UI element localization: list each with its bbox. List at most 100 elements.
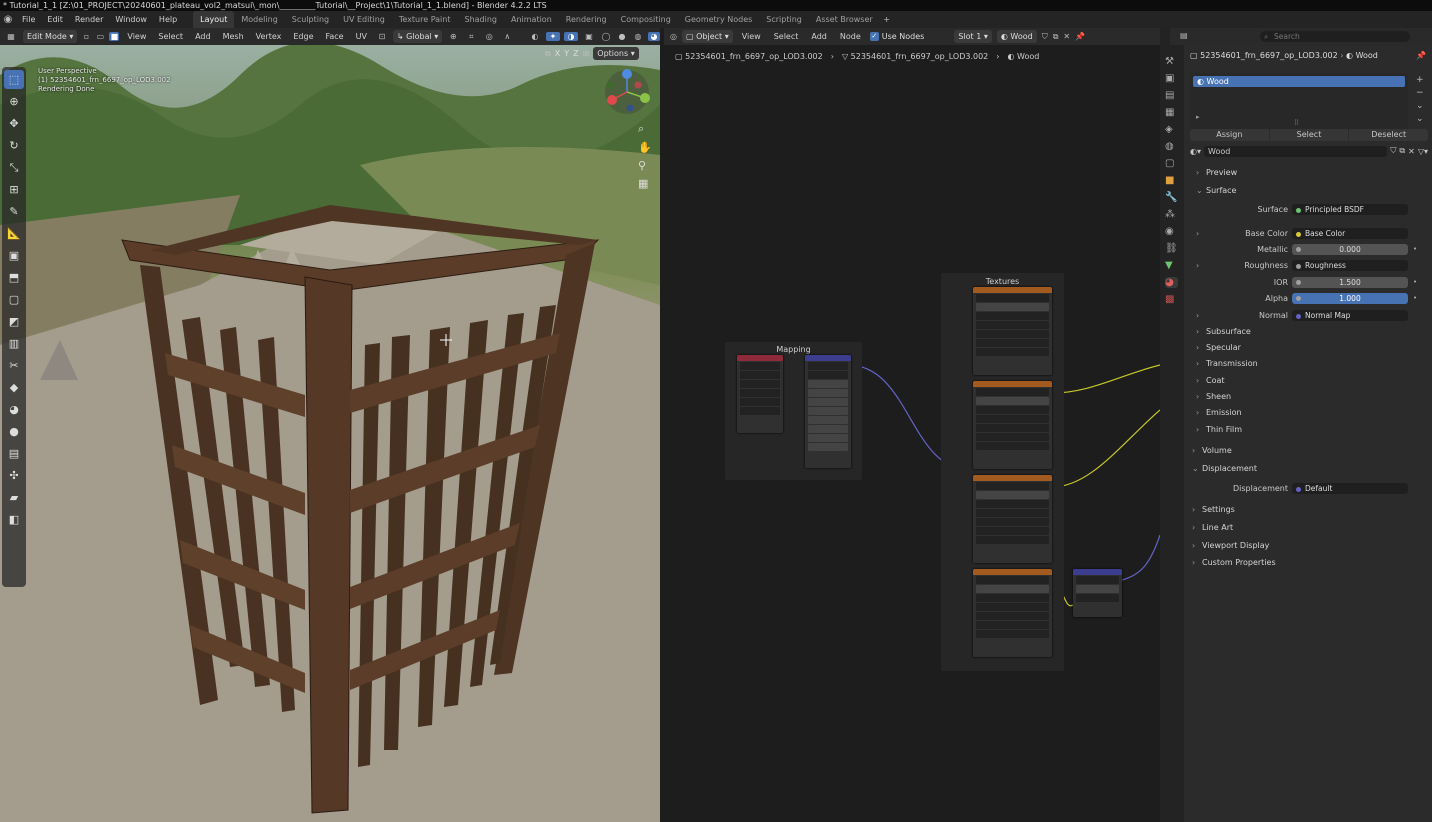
vp-menu-face[interactable]: Face bbox=[322, 32, 348, 41]
normal-map-node[interactable] bbox=[1073, 569, 1122, 617]
pin-icon[interactable]: 📌 bbox=[1416, 51, 1426, 60]
section-surface[interactable]: ⌄ Surface bbox=[1196, 186, 1236, 195]
surface-shader-field[interactable]: Principled BSDF bbox=[1292, 204, 1408, 215]
annotate-icon[interactable]: ✎ bbox=[4, 202, 24, 221]
tab-compositing[interactable]: Compositing bbox=[614, 11, 678, 28]
snap-icon[interactable]: ⌗ bbox=[464, 32, 478, 42]
tool-tab-icon[interactable]: ⚒ bbox=[1165, 56, 1178, 67]
vp-menu-uv[interactable]: UV bbox=[352, 32, 371, 41]
keyframe-dot-icon[interactable]: • bbox=[1413, 294, 1417, 302]
vp-menu-add[interactable]: Add bbox=[191, 32, 215, 41]
slot-down-icon[interactable]: ⌄ bbox=[1416, 114, 1424, 124]
cursor-icon[interactable]: ⊕ bbox=[4, 92, 24, 111]
auto-merge-icon[interactable]: ⊞ bbox=[583, 49, 590, 58]
proportional-falloff-icon[interactable]: ∧ bbox=[500, 32, 514, 41]
axis-y[interactable]: Y bbox=[564, 49, 569, 58]
breadcrumb-mesh[interactable]: ▽ 52354601_frn_6697_op_LOD3.002 bbox=[842, 52, 988, 61]
node-menu-node[interactable]: Node bbox=[836, 32, 865, 41]
expand-icon[interactable]: ▸ bbox=[1196, 113, 1200, 121]
rip-icon[interactable]: ◧ bbox=[4, 510, 24, 529]
extrude-icon[interactable]: ⬒ bbox=[4, 268, 24, 287]
tab-asset-browser[interactable]: Asset Browser bbox=[809, 11, 880, 28]
normal-field[interactable]: Normal Map bbox=[1292, 310, 1408, 321]
section-transmission[interactable]: › Transmission bbox=[1196, 359, 1258, 368]
material-selector[interactable]: ◐ Wood bbox=[996, 30, 1037, 43]
section-settings[interactable]: › Settings bbox=[1192, 505, 1235, 514]
tab-scripting[interactable]: Scripting bbox=[759, 11, 809, 28]
vp-menu-view[interactable]: View bbox=[123, 32, 150, 41]
node-editor-type-icon[interactable]: ◎ bbox=[670, 32, 677, 41]
gizmo-icon[interactable]: ✦ bbox=[546, 32, 560, 41]
chevron-right-icon[interactable]: › bbox=[1196, 311, 1199, 320]
shading-material-icon[interactable]: ◍ bbox=[632, 32, 644, 41]
breadcrumb-object[interactable]: ▢ 52354601_frn_6697_op_LOD3.002 bbox=[675, 52, 823, 61]
image-texture-node-roughness[interactable] bbox=[973, 475, 1052, 563]
fake-user-icon[interactable]: ⛉ bbox=[1042, 32, 1048, 42]
image-texture-node-base-color[interactable] bbox=[973, 381, 1052, 469]
collection-tab-icon[interactable]: ▢ bbox=[1165, 158, 1178, 169]
deselect-button[interactable]: Deselect bbox=[1349, 129, 1429, 141]
select-vertex-icon[interactable]: ▫ bbox=[81, 32, 91, 41]
object-mode-dropdown[interactable]: ▢ Object ▾ bbox=[681, 30, 733, 43]
material-tab-icon[interactable]: ◕ bbox=[1165, 277, 1178, 288]
blender-logo-icon[interactable]: ◉ bbox=[0, 14, 16, 25]
section-custom-properties[interactable]: › Custom Properties bbox=[1192, 558, 1276, 567]
overlay-icon[interactable]: ◑ bbox=[564, 32, 578, 41]
section-viewport-display[interactable]: › Viewport Display bbox=[1192, 541, 1269, 550]
editor-type-icon[interactable]: ▦ bbox=[3, 32, 19, 41]
tab-rendering[interactable]: Rendering bbox=[559, 11, 614, 28]
knife-icon[interactable]: ✂ bbox=[4, 356, 24, 375]
shading-wireframe-icon[interactable]: ◯ bbox=[600, 32, 612, 41]
shading-rendered-icon[interactable]: ◕ bbox=[648, 32, 660, 41]
edge-slide-icon[interactable]: ▤ bbox=[4, 444, 24, 463]
xray-icon[interactable]: ▣ bbox=[582, 32, 596, 41]
tab-shading[interactable]: Shading bbox=[457, 11, 504, 28]
search-input[interactable]: ⌕ Search bbox=[1260, 31, 1410, 42]
slot-menu-icon[interactable]: ⌄ bbox=[1416, 101, 1424, 111]
add-cube-icon[interactable]: ▣ bbox=[4, 246, 24, 265]
chevron-right-icon[interactable]: › bbox=[1196, 229, 1199, 238]
physics-tab-icon[interactable]: ◉ bbox=[1165, 226, 1178, 237]
mode-dropdown[interactable]: Edit Mode ▾ bbox=[23, 30, 78, 43]
node-menu-select[interactable]: Select bbox=[770, 32, 803, 41]
menu-window[interactable]: Window bbox=[109, 11, 153, 28]
axis-z[interactable]: Z bbox=[573, 49, 578, 58]
camera-icon[interactable]: ⚲ bbox=[638, 159, 652, 172]
poly-build-icon[interactable]: ◆ bbox=[4, 378, 24, 397]
scene-tab-icon[interactable]: ◈ bbox=[1165, 124, 1178, 135]
world-tab-icon[interactable]: ◍ bbox=[1165, 141, 1178, 152]
menu-render[interactable]: Render bbox=[69, 11, 109, 28]
tab-layout[interactable]: Layout bbox=[193, 11, 235, 28]
rotate-icon[interactable]: ↻ bbox=[4, 136, 24, 155]
assign-button[interactable]: Assign bbox=[1190, 129, 1269, 141]
section-specular[interactable]: › Specular bbox=[1196, 343, 1241, 352]
image-texture-node-ao[interactable] bbox=[973, 287, 1052, 375]
pivot-icon[interactable]: ⊡ bbox=[375, 32, 389, 41]
material-name-field[interactable]: Wood bbox=[1204, 145, 1388, 157]
move-icon[interactable]: ✥ bbox=[4, 114, 24, 133]
section-thin-film[interactable]: › Thin Film bbox=[1196, 425, 1242, 434]
options-dropdown[interactable]: Options ▾ bbox=[593, 47, 639, 60]
tab-uv-editing[interactable]: UV Editing bbox=[336, 11, 392, 28]
grid-view-icon[interactable]: ▦ bbox=[638, 177, 652, 190]
chevron-right-icon[interactable]: › bbox=[1196, 261, 1199, 270]
inset-icon[interactable]: ▢ bbox=[4, 290, 24, 309]
breadcrumb-material[interactable]: ◐ Wood bbox=[1007, 52, 1039, 61]
section-coat[interactable]: › Coat bbox=[1196, 376, 1225, 385]
vp-menu-select[interactable]: Select bbox=[154, 32, 187, 41]
output-tab-icon[interactable]: ▤ bbox=[1165, 90, 1178, 101]
shear-icon[interactable]: ▰ bbox=[4, 488, 24, 507]
shading-solid-icon[interactable]: ● bbox=[616, 32, 628, 41]
mapping-node[interactable] bbox=[805, 355, 851, 468]
ior-field[interactable]: 1.500 bbox=[1292, 277, 1408, 288]
pin-icon[interactable]: 📌 bbox=[1075, 32, 1085, 41]
smooth-icon[interactable]: ● bbox=[4, 422, 24, 441]
material-browse-icon[interactable]: ◐▾ bbox=[1190, 147, 1201, 156]
keyframe-dot-icon[interactable]: • bbox=[1413, 245, 1417, 253]
node-editor-canvas[interactable]: Mapping Textures bbox=[660, 45, 1160, 822]
mirror-icon[interactable]: ⧉ bbox=[545, 49, 551, 59]
tab-geometry-nodes[interactable]: Geometry Nodes bbox=[678, 11, 759, 28]
section-emission[interactable]: › Emission bbox=[1196, 408, 1242, 417]
section-subsurface[interactable]: › Subsurface bbox=[1196, 327, 1251, 336]
render-tab-icon[interactable]: ▣ bbox=[1165, 73, 1178, 84]
